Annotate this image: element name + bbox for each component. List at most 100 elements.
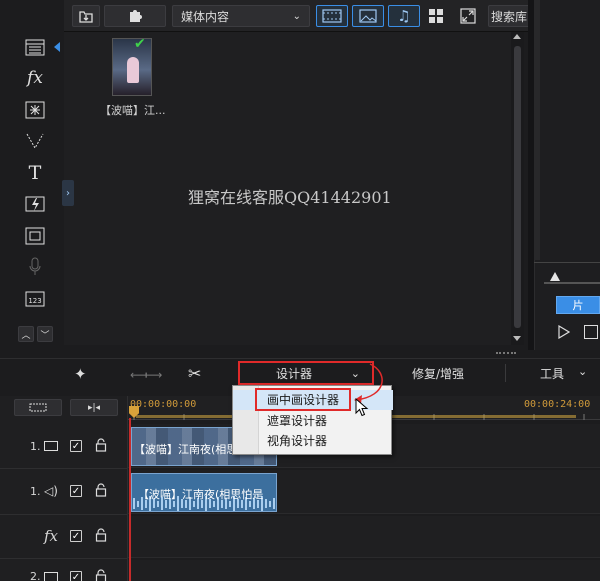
fx-track-header: fx ✓ (0, 516, 128, 558)
chapter-icon[interactable]: 123 (24, 288, 46, 310)
perspective-designer-menu-item[interactable]: 视角设计器 (233, 431, 393, 451)
checkmark-icon: ✔ (134, 36, 146, 52)
lock-icon[interactable] (95, 569, 107, 581)
chevron-down-icon: ﹀ (40, 330, 50, 341)
audio-clip-label: 【波喵】江南夜(相思怕是 (138, 488, 264, 501)
search-library-label: 搜索库 (490, 9, 527, 24)
splitter-handle[interactable] (496, 352, 516, 356)
svg-text:123: 123 (28, 297, 41, 305)
microphone-icon (24, 256, 46, 278)
image-filter-button[interactable] (352, 5, 384, 27)
preview-scrollbar[interactable] (534, 0, 540, 260)
track-header-separator (0, 468, 128, 469)
sidebar-scroll-down-button[interactable]: ﹀ (37, 326, 53, 342)
thumbnail-figure (127, 57, 139, 83)
playhead-line[interactable] (129, 418, 131, 581)
preview-mode-button[interactable]: 片 (556, 296, 600, 314)
lock-icon[interactable] (95, 438, 107, 455)
active-room-indicator-icon (54, 42, 60, 52)
video-track-icon (44, 572, 58, 581)
audio-filter-button[interactable]: ♫ (388, 5, 420, 27)
particle-icon[interactable] (24, 99, 46, 121)
preview-separator (534, 262, 600, 263)
track-manager-icon (29, 403, 47, 411)
image-icon (359, 9, 377, 23)
track-1-video-header: 1. ✓ (0, 424, 128, 468)
video-filter-button[interactable] (316, 5, 348, 27)
video-track-icon (44, 441, 58, 451)
speaker-icon: ◁) (44, 484, 58, 498)
media-type-dropdown[interactable]: 媒体内容 ⌄ (172, 5, 310, 27)
play-icon[interactable] (558, 325, 570, 339)
track-1-audio-header: 1. ◁) ✓ (0, 470, 128, 514)
tools-dropdown[interactable]: 工具 ⌄ (540, 365, 600, 383)
magic-tool-icon[interactable]: ✦ (74, 365, 94, 385)
chevron-down-icon: ⌄ (292, 10, 301, 22)
track-enable-checkbox[interactable]: ✓ (70, 571, 82, 581)
tools-label: 工具 (540, 367, 565, 381)
scissors-icon[interactable]: ✂ (188, 364, 208, 384)
grid-view-icon[interactable] (428, 8, 444, 24)
collapse-panel-button[interactable]: › (62, 180, 74, 206)
puzzle-icon (130, 10, 142, 22)
track-number: 1. (30, 485, 41, 498)
flash-transition-icon[interactable] (24, 193, 46, 215)
track-header-separator (0, 558, 128, 559)
preview-slider-track[interactable] (544, 282, 600, 284)
film-icon (322, 9, 342, 23)
toolbar-separator (505, 364, 506, 382)
time-end-label: 00:00:24:00 (524, 399, 591, 410)
import-icon (79, 11, 93, 23)
scroll-up-arrow-icon[interactable] (513, 34, 521, 39)
expand-icon[interactable] (460, 8, 476, 24)
mask-designer-label: 遮罩设计器 (267, 414, 328, 428)
pip-item-highlight-box (255, 388, 351, 411)
transition-icon[interactable] (24, 130, 46, 152)
pip-object-icon[interactable] (24, 225, 46, 247)
track-enable-checkbox[interactable]: ✓ (70, 530, 82, 542)
time-start-label: 00:00:00:00 (130, 399, 197, 410)
plugin-button[interactable] (104, 5, 166, 27)
fit-timeline-icon: ▸|◂ (87, 402, 101, 413)
lock-icon[interactable] (95, 528, 107, 545)
import-button[interactable] (72, 5, 100, 27)
track-enable-checkbox[interactable]: ✓ (70, 485, 82, 497)
media-thumbnail[interactable] (112, 38, 152, 96)
title-icon[interactable]: T (24, 162, 46, 184)
lock-icon[interactable] (95, 483, 107, 500)
fx-icon[interactable]: fx (24, 67, 46, 89)
track-number: 1. (30, 440, 41, 453)
search-library-button[interactable]: 搜索库 (488, 5, 530, 27)
chevron-right-icon: › (66, 187, 70, 199)
fit-timeline-button[interactable]: ▸|◂ (70, 399, 118, 416)
media-type-value: 媒体内容 (181, 9, 230, 24)
stop-icon[interactable] (584, 325, 598, 339)
audio-clip[interactable]: 【波喵】江南夜(相思怕是 (131, 473, 277, 512)
track-number: 2. (30, 570, 41, 581)
split-trim-icon: ⟻⟼ (130, 368, 162, 382)
track-manager-button[interactable] (14, 399, 62, 416)
mouse-cursor-icon (355, 398, 369, 417)
scroll-down-arrow-icon[interactable] (513, 336, 521, 341)
preview-slider-handle[interactable] (550, 272, 560, 281)
fx-track-icon: fx (44, 527, 59, 545)
chevron-down-icon: ⌄ (578, 365, 588, 378)
designer-label: 设计器 (276, 366, 313, 381)
sidebar-scroll-up-button[interactable]: ︿ (18, 326, 34, 342)
perspective-designer-label: 视角设计器 (267, 434, 328, 448)
fix-enhance-button[interactable]: 修复/增强 (412, 365, 472, 383)
fix-enhance-label: 修复/增强 (412, 367, 465, 381)
track-header-separator (0, 514, 128, 515)
music-note-icon: ♫ (397, 7, 411, 25)
media-item-label: 【波喵】江... (100, 104, 166, 117)
media-room-icon[interactable] (24, 36, 46, 58)
track-enable-checkbox[interactable]: ✓ (70, 440, 82, 452)
track-2-video-header: 2. ✓ (0, 560, 128, 581)
track-row (128, 560, 600, 581)
chevron-up-icon: ︿ (21, 330, 31, 341)
watermark-text: 狸窝在线客服QQ41442901 (188, 188, 392, 207)
track-row (128, 516, 600, 558)
mask-designer-menu-item[interactable]: 遮罩设计器 (233, 411, 393, 431)
preview-mode-label: 片 (572, 299, 584, 312)
library-scroll-thumb[interactable] (514, 46, 521, 328)
